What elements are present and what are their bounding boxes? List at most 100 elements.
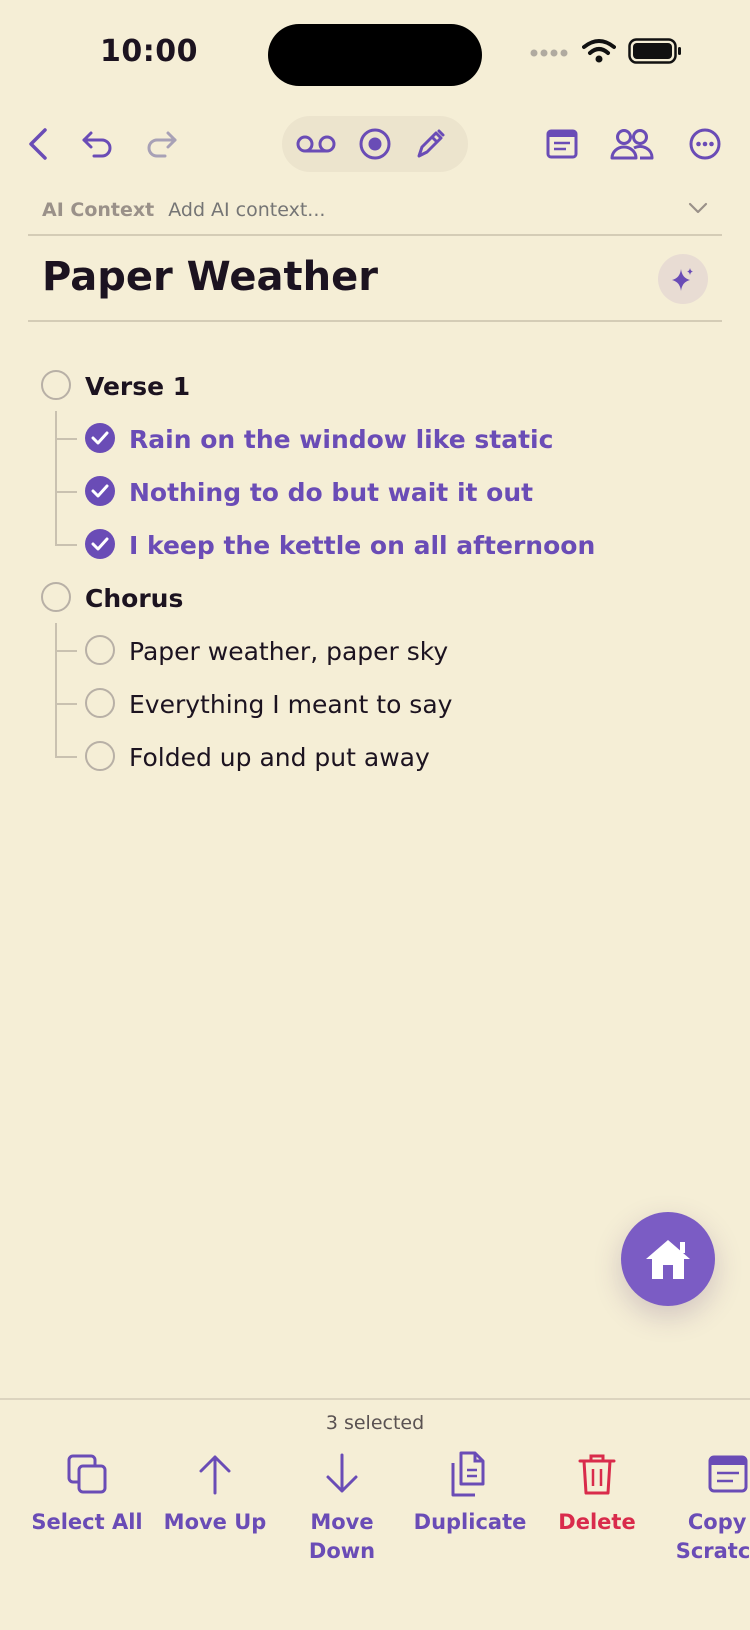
voicemail-icon — [296, 135, 336, 153]
redo-button[interactable] — [139, 122, 183, 166]
title-row: Paper Weather — [28, 238, 722, 322]
checklist: Verse 1 Rain on the window like static N… — [0, 358, 750, 782]
wifi-icon — [582, 39, 616, 63]
status-icons — [530, 38, 682, 64]
duplicate-icon — [451, 1451, 485, 1497]
list-item-text[interactable]: Chorus — [85, 584, 183, 613]
copy-squares-icon — [67, 1454, 107, 1494]
list-item[interactable]: Everything I meant to say — [0, 676, 750, 729]
select-all-icon-wrap — [65, 1446, 109, 1502]
home-icon — [646, 1240, 690, 1279]
move-up-icon-wrap — [197, 1446, 233, 1502]
ai-context-expand-button[interactable] — [688, 200, 708, 219]
note-toolbar — [0, 112, 750, 176]
voice-memo-button[interactable] — [294, 122, 338, 166]
share-people-button[interactable] — [610, 122, 654, 166]
selection-action-bar: 3 selected Select All Move Up Move Down — [0, 1398, 750, 1630]
list-item-text[interactable]: I keep the kettle on all afternoon — [129, 531, 595, 560]
undo-button[interactable] — [76, 122, 120, 166]
select-all-label: Select All — [31, 1510, 143, 1534]
checkbox-empty[interactable] — [85, 741, 115, 771]
list-item[interactable]: Paper weather, paper sky — [0, 623, 750, 676]
ai-context-input[interactable] — [168, 199, 669, 221]
ai-sparkle-button[interactable] — [658, 254, 708, 304]
list-item-text[interactable]: Everything I meant to say — [129, 690, 452, 719]
checkbox-empty[interactable] — [85, 635, 115, 665]
list-item[interactable]: Chorus — [0, 570, 750, 623]
list-item-text[interactable]: Nothing to do but wait it out — [129, 478, 533, 507]
note-title[interactable]: Paper Weather — [42, 254, 378, 300]
trash-icon — [578, 1454, 616, 1495]
delete-icon-wrap — [577, 1446, 617, 1502]
checkmark-icon — [91, 484, 109, 498]
move-up-label: Move Up — [163, 1510, 267, 1534]
tree-branch — [55, 650, 77, 652]
undo-icon — [82, 131, 112, 158]
checkbox-empty[interactable] — [85, 688, 115, 718]
tree-branch — [55, 756, 77, 758]
status-time: 10:00 — [100, 34, 198, 69]
note-format-button[interactable] — [540, 122, 584, 166]
pen-icon — [417, 129, 445, 158]
delete-button[interactable]: Delete — [533, 1446, 661, 1537]
home-fab-button[interactable] — [621, 1212, 715, 1306]
delete-label: Delete — [558, 1510, 636, 1534]
list-item-text[interactable]: Verse 1 — [85, 372, 190, 401]
record-button[interactable] — [353, 122, 397, 166]
list-item[interactable]: I keep the kettle on all afternoon — [0, 517, 750, 570]
tree-branch — [55, 544, 77, 546]
checkbox-checked[interactable] — [85, 476, 115, 506]
media-tools-pill — [282, 116, 468, 172]
checkbox-empty[interactable] — [41, 582, 71, 612]
battery-icon — [628, 38, 681, 64]
record-icon — [359, 128, 391, 160]
checkbox-empty[interactable] — [41, 370, 71, 400]
more-button[interactable] — [683, 122, 727, 166]
tree-line — [55, 729, 57, 756]
redo-icon — [147, 131, 177, 158]
list-item-text[interactable]: Folded up and put away — [129, 743, 430, 772]
arrow-up-icon — [199, 1455, 231, 1495]
arrow-down-icon — [326, 1453, 358, 1493]
tree-branch — [55, 703, 77, 705]
ai-context-label: AI Context — [42, 199, 155, 221]
list-item-text[interactable]: Paper weather, paper sky — [129, 637, 448, 666]
signal-icon — [530, 49, 568, 57]
duplicate-icon-wrap — [449, 1446, 491, 1502]
list-item-text[interactable]: Rain on the window like static — [129, 425, 553, 454]
move-up-button[interactable]: Move Up — [151, 1446, 279, 1537]
move-down-label: Move Down — [308, 1510, 376, 1563]
duplicate-label: Duplicate — [413, 1510, 527, 1534]
dynamic-island — [268, 24, 482, 86]
sparkle-icon — [672, 268, 693, 291]
list-item[interactable]: Nothing to do but wait it out — [0, 464, 750, 517]
checkbox-checked[interactable] — [85, 529, 115, 559]
checkbox-checked[interactable] — [85, 423, 115, 453]
copy-to-scratchpad-button[interactable]: Copy T Scratchp — [664, 1446, 750, 1566]
copy-scratchpad-icon-wrap — [708, 1446, 748, 1502]
tree-branch — [55, 438, 77, 440]
move-down-icon-wrap — [324, 1446, 360, 1502]
scratchpad-icon — [708, 1455, 748, 1493]
select-all-button[interactable]: Select All — [23, 1446, 151, 1537]
chevron-down-icon — [688, 202, 708, 214]
back-button[interactable] — [16, 122, 60, 166]
more-icon — [689, 128, 721, 160]
status-bar: 10:00 — [0, 0, 750, 110]
people-icon — [610, 129, 654, 160]
copy-to-scratchpad-label: Copy T Scratchp — [675, 1510, 750, 1563]
note-lines-icon — [546, 129, 578, 159]
tree-branch — [55, 491, 77, 493]
move-down-button[interactable]: Move Down — [278, 1446, 406, 1566]
list-item[interactable]: Rain on the window like static — [0, 411, 750, 464]
list-item[interactable]: Folded up and put away — [0, 729, 750, 782]
pen-button[interactable] — [408, 122, 452, 166]
list-item[interactable]: Verse 1 — [0, 358, 750, 411]
checkmark-icon — [91, 537, 109, 551]
selected-count: 3 selected — [325, 1412, 425, 1434]
chevron-left-icon — [29, 128, 47, 160]
checkmark-icon — [91, 431, 109, 445]
ai-context-bar: AI Context — [28, 186, 722, 236]
tree-line — [55, 517, 57, 544]
duplicate-button[interactable]: Duplicate — [406, 1446, 534, 1537]
